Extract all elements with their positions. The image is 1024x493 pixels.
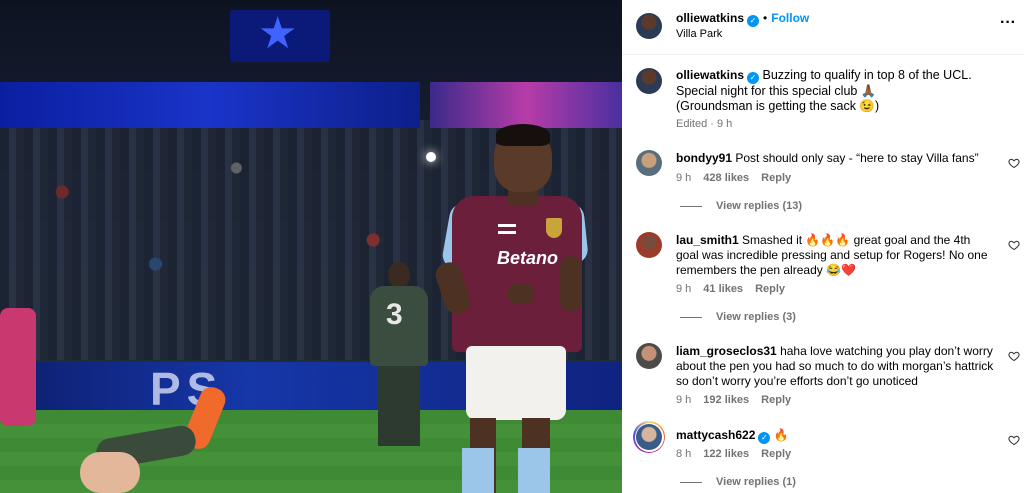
player-left-sock xyxy=(462,448,494,493)
comment-meta: 9 h 41 likes Reply xyxy=(676,283,797,295)
player-right-sock xyxy=(518,448,550,493)
caption-author-username[interactable]: olliewatkins xyxy=(676,68,744,82)
fallen-player-arm xyxy=(80,452,140,493)
player-hands xyxy=(508,284,534,304)
comment-likes[interactable]: 122 likes xyxy=(703,448,749,460)
replies-divider xyxy=(680,205,702,207)
caption-author-avatar[interactable] xyxy=(636,68,662,94)
author-username[interactable]: olliewatkins xyxy=(676,11,744,25)
post-header: olliewatkins ✓ • Follow Villa Park ··· xyxy=(622,0,1024,55)
stadium-light xyxy=(426,152,436,162)
story-ring-inner xyxy=(634,422,664,452)
like-heart-icon[interactable] xyxy=(1008,239,1020,251)
like-heart-icon[interactable] xyxy=(1008,350,1020,362)
comment-text: lau_smith1 Smashed it 🔥🔥🔥 great goal and… xyxy=(676,233,996,278)
commenter-avatar[interactable] xyxy=(636,343,662,369)
comment-username[interactable]: lau_smith1 xyxy=(676,233,739,247)
post-location[interactable]: Villa Park xyxy=(676,28,722,40)
player-shorts xyxy=(466,346,566,420)
view-replies-label: View replies (13) xyxy=(716,200,803,212)
comment-likes[interactable]: 428 likes xyxy=(703,172,749,184)
commenter-avatar[interactable] xyxy=(636,232,662,258)
author-line: olliewatkins ✓ • Follow xyxy=(676,11,809,27)
comment-meta: 8 h 122 likes Reply xyxy=(676,448,803,460)
more-options-icon[interactable]: ··· xyxy=(1000,14,1016,32)
player-hair xyxy=(496,124,550,146)
comment-time: 9 h xyxy=(676,394,692,406)
comment-body: Post should only say - “here to stay Vil… xyxy=(735,151,979,165)
commenter-avatar[interactable] xyxy=(636,150,662,176)
comment-text: mattycash622 ✓ 🔥 xyxy=(676,428,996,444)
view-replies-label: View replies (1) xyxy=(716,476,796,488)
comments-panel: olliewatkins ✓ • Follow Villa Park ··· olli… xyxy=(622,0,1024,493)
comment-meta: 9 h 428 likes Reply xyxy=(676,172,803,184)
post-photo[interactable]: ★ PS 3 Betano xyxy=(0,0,622,493)
story-ring[interactable] xyxy=(633,421,665,453)
club-crest xyxy=(546,218,562,238)
replies-divider xyxy=(680,316,702,318)
comment-time: 8 h xyxy=(676,448,692,460)
background-player-legs xyxy=(378,366,420,446)
comment-username[interactable]: liam_groseclos31 xyxy=(676,344,777,358)
caption-text: olliewatkins ✓ Buzzing to qualify in top … xyxy=(676,68,996,114)
comment-text: bondyy91 Post should only say - “here to… xyxy=(676,151,996,166)
caption-meta: Edited · 9 h xyxy=(676,118,733,130)
reply-button[interactable]: Reply xyxy=(761,172,791,184)
reply-button[interactable]: Reply xyxy=(755,283,785,295)
commenter-avatar[interactable] xyxy=(636,424,662,450)
reply-button[interactable]: Reply xyxy=(761,394,791,406)
background-player-head xyxy=(388,262,410,288)
follow-button[interactable]: Follow xyxy=(771,11,809,25)
caption-line-3: (Groundsman is getting the sack 😉) xyxy=(676,99,880,113)
comment-meta: 9 h 192 likes Reply xyxy=(676,394,803,406)
comment-time: 9 h xyxy=(676,172,692,184)
caption-line-1: Buzzing to qualify in top 8 of the UCL. xyxy=(762,68,972,82)
comment-body: 🔥 xyxy=(773,428,789,442)
verified-icon: ✓ xyxy=(747,72,760,84)
view-replies-button[interactable]: View replies (3) xyxy=(680,311,796,323)
sideline-figure xyxy=(0,308,36,426)
kit-maker-logo xyxy=(498,224,516,234)
star-icon: ★ xyxy=(258,9,298,58)
player-right-arm xyxy=(560,256,582,312)
comment-username[interactable]: bondyy91 xyxy=(676,151,732,165)
verified-icon: ✓ xyxy=(758,432,771,444)
caption-line-2: Special night for this special club 🙏🏾 xyxy=(676,84,877,98)
view-replies-button[interactable]: View replies (13) xyxy=(680,200,802,212)
comment-username[interactable]: mattycash622 xyxy=(676,428,755,442)
reply-button[interactable]: Reply xyxy=(761,448,791,460)
shirt-sponsor: Betano xyxy=(497,248,559,268)
verified-icon: ✓ xyxy=(747,15,760,27)
comment-time: 9 h xyxy=(676,283,692,295)
comment-likes[interactable]: 41 likes xyxy=(703,283,743,295)
replies-divider xyxy=(680,481,702,483)
like-heart-icon[interactable] xyxy=(1008,434,1020,446)
comment-text: liam_groseclos31 haha love watching you … xyxy=(676,344,996,389)
author-avatar[interactable] xyxy=(636,13,662,39)
background-player-number: 3 xyxy=(386,298,403,331)
ucl-banner xyxy=(0,82,420,128)
comment-likes[interactable]: 192 likes xyxy=(703,394,749,406)
stand-banner xyxy=(430,82,622,128)
like-heart-icon[interactable] xyxy=(1008,157,1020,169)
separator-dot: • xyxy=(763,11,768,25)
view-replies-button[interactable]: View replies (1) xyxy=(680,476,796,488)
view-replies-label: View replies (3) xyxy=(716,311,796,323)
